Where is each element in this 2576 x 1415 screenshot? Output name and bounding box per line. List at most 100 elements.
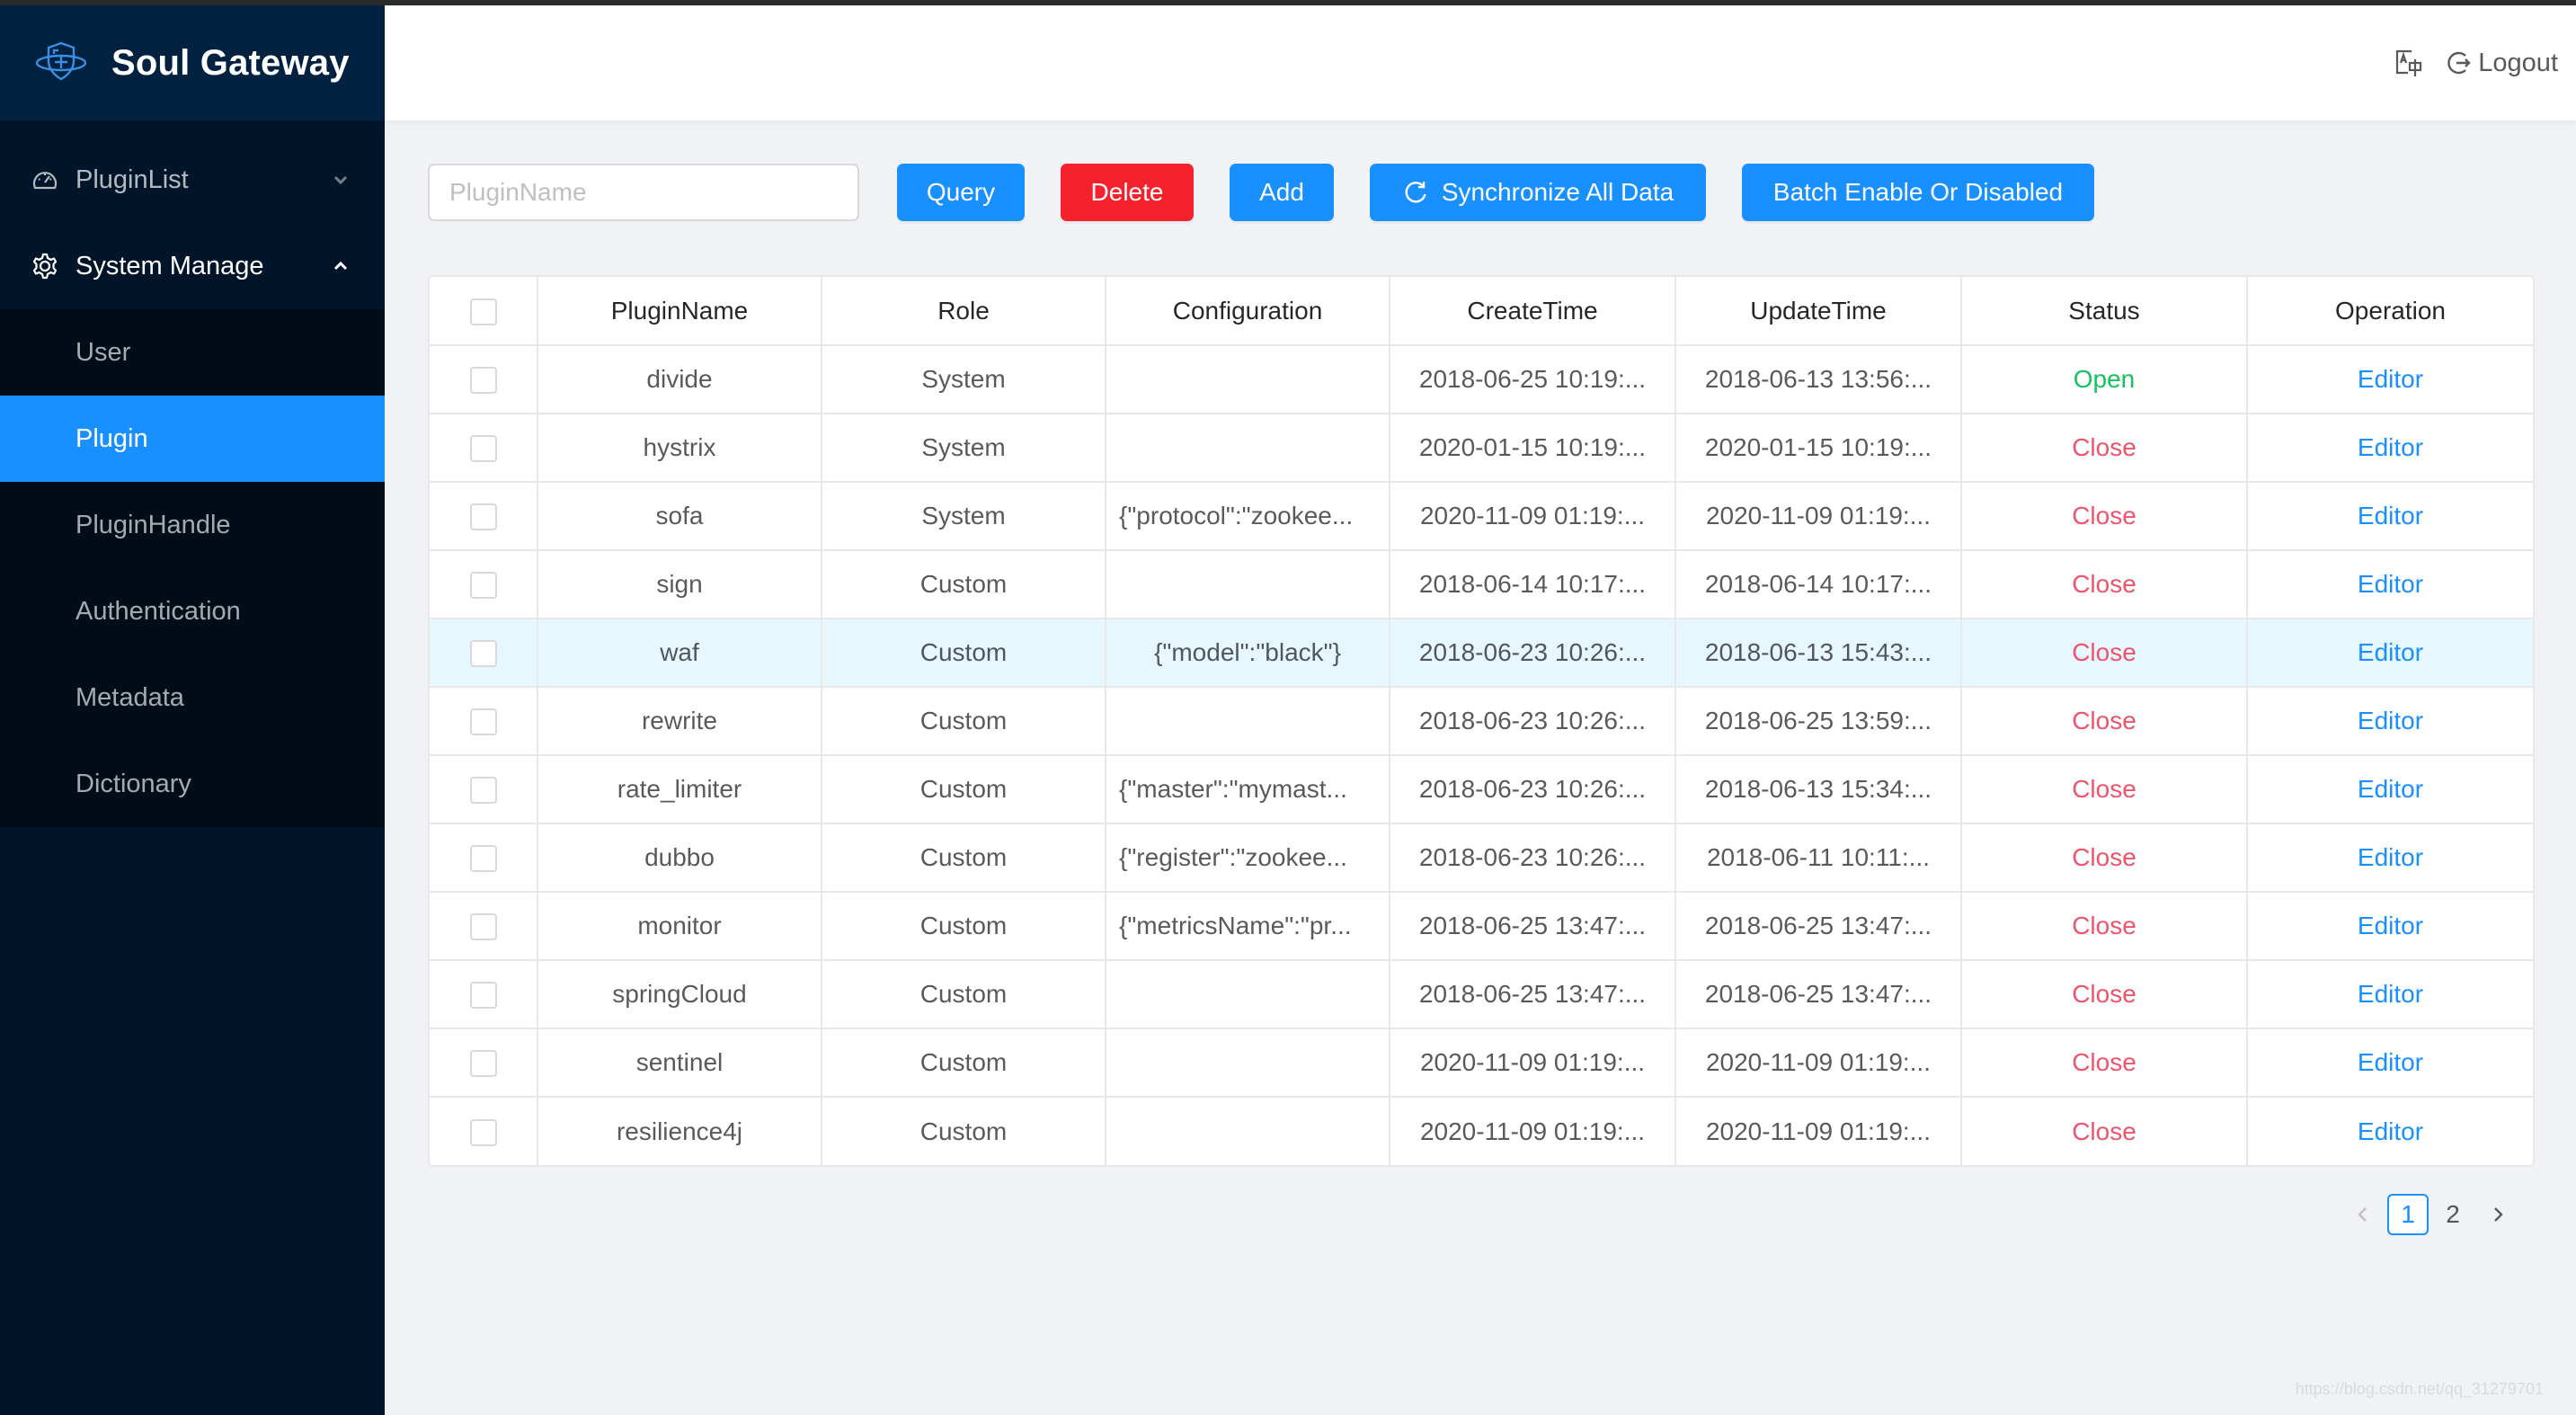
plugin-name-cell: sign	[537, 550, 822, 619]
page-2-button[interactable]: 2	[2432, 1194, 2474, 1235]
batch-enable-disable-button[interactable]: Batch Enable Or Disabled	[1742, 164, 2094, 221]
operation-cell: Editor	[2247, 482, 2533, 551]
row-checkbox[interactable]	[469, 777, 497, 805]
row-checkbox[interactable]	[469, 1118, 497, 1146]
row-select-cell	[430, 687, 538, 756]
update-time-cell: 2018-06-13 15:34:...	[1675, 755, 1962, 824]
row-checkbox[interactable]	[469, 435, 497, 463]
select-all-cell	[430, 277, 538, 346]
table-body: divide System 2018-06-25 10:19:... 2018-06-…	[430, 345, 2533, 1165]
operation-cell: Editor	[2247, 1097, 2533, 1165]
status-cell: Close	[1961, 1028, 2248, 1098]
table-row[interactable]: sentinel Custom 2020-11-09 01:19:... 2020-1…	[430, 1028, 2533, 1098]
status-cell: Close	[1961, 823, 2248, 893]
logout-button[interactable]: Logout	[2444, 49, 2558, 78]
editor-link[interactable]: Editor	[2358, 1048, 2423, 1076]
operation-cell: Editor	[2247, 892, 2533, 961]
row-checkbox[interactable]	[469, 1050, 497, 1078]
row-checkbox[interactable]	[469, 503, 497, 531]
editor-link[interactable]: Editor	[2358, 980, 2423, 1008]
table-row[interactable]: resilience4j Custom 2020-11-09 01:19:... 20…	[430, 1097, 2533, 1165]
row-checkbox[interactable]	[469, 640, 497, 668]
add-button[interactable]: Add	[1230, 164, 1334, 221]
status-badge: Close	[2072, 1117, 2136, 1145]
plugin-name-cell: dubbo	[537, 823, 822, 893]
update-time-cell: 2018-06-25 13:47:...	[1675, 960, 1962, 1029]
row-checkbox[interactable]	[469, 913, 497, 941]
table-row[interactable]: divide System 2018-06-25 10:19:... 2018-06-…	[430, 345, 2533, 414]
table-row[interactable]: sign Custom 2018-06-14 10:17:... 2018-06-14…	[430, 550, 2533, 619]
row-select-cell	[430, 345, 538, 414]
watermark: https://blog.csdn.net/qq_31279701	[2295, 1380, 2544, 1398]
status-cell: Close	[1961, 892, 2248, 961]
editor-link[interactable]: Editor	[2358, 365, 2423, 393]
column-header: Configuration	[1106, 277, 1390, 346]
role-cell: Custom	[822, 823, 1106, 893]
editor-link[interactable]: Editor	[2358, 707, 2423, 734]
status-cell: Close	[1961, 687, 2248, 756]
table-row[interactable]: sofa System {"protocol":"zookee... 2020-11-…	[430, 482, 2533, 551]
chevron-up-icon	[331, 256, 351, 276]
create-time-cell: 2018-06-25 13:47:...	[1390, 960, 1676, 1029]
configuration-cell	[1106, 1097, 1390, 1165]
status-cell: Close	[1961, 1097, 2248, 1165]
table-row[interactable]: rate_limiter Custom {"master":"mymast... 20…	[430, 755, 2533, 824]
gear-icon	[31, 252, 59, 280]
plugin-name-cell: sentinel	[537, 1028, 822, 1098]
sidebar-item-system-manage[interactable]: System Manage	[0, 223, 385, 309]
update-time-cell: 2020-01-15 10:19:...	[1675, 414, 1962, 483]
next-page-button[interactable]	[2477, 1194, 2518, 1235]
operation-cell: Editor	[2247, 345, 2533, 414]
table-header-row: PluginName Role Configuration CreateTime…	[430, 277, 2533, 346]
delete-button[interactable]: Delete	[1061, 164, 1194, 221]
editor-link[interactable]: Editor	[2358, 843, 2423, 871]
operation-cell: Editor	[2247, 619, 2533, 688]
table-row[interactable]: rewrite Custom 2018-06-23 10:26:... 2018-06…	[430, 687, 2533, 756]
update-time-cell: 2018-06-13 13:56:...	[1675, 345, 1962, 414]
translate-icon[interactable]	[2394, 48, 2424, 78]
editor-link[interactable]: Editor	[2358, 570, 2423, 598]
column-header: PluginName	[537, 277, 822, 346]
configuration-cell	[1106, 345, 1390, 414]
row-checkbox[interactable]	[469, 367, 497, 395]
sidebar-item-metadata[interactable]: Metadata	[0, 654, 385, 741]
row-checkbox[interactable]	[469, 572, 497, 600]
system-manage-submenu: User Plugin PluginHandle Authentication …	[0, 309, 385, 827]
editor-link[interactable]: Editor	[2358, 433, 2423, 461]
page-1-button[interactable]: 1	[2387, 1194, 2429, 1235]
prev-page-button[interactable]	[2342, 1194, 2384, 1235]
synchronize-all-data-button[interactable]: Synchronize All Data	[1370, 164, 1706, 221]
sidebar-item-user[interactable]: User	[0, 309, 385, 396]
row-checkbox[interactable]	[469, 982, 497, 1010]
editor-link[interactable]: Editor	[2358, 638, 2423, 666]
sidebar-item-plugin[interactable]: Plugin	[0, 396, 385, 482]
table-row[interactable]: waf Custom {"model":"black"} 2018-06-23 10:…	[430, 619, 2533, 688]
select-all-checkbox[interactable]	[469, 298, 497, 325]
create-time-cell: 2018-06-23 10:26:...	[1390, 755, 1676, 824]
editor-link[interactable]: Editor	[2358, 502, 2423, 530]
table-row[interactable]: hystrix System 2020-01-15 10:19:... 2020-01…	[430, 414, 2533, 483]
sidebar-item-dictionary[interactable]: Dictionary	[0, 741, 385, 827]
plugin-name-search-input[interactable]	[428, 164, 859, 221]
row-checkbox[interactable]	[469, 845, 497, 873]
sidebar-item-authentication[interactable]: Authentication	[0, 568, 385, 654]
editor-link[interactable]: Editor	[2358, 912, 2423, 939]
app-logo[interactable]: Soul Gateway	[0, 5, 385, 120]
editor-link[interactable]: Editor	[2358, 1117, 2423, 1145]
sidebar-item-pluginlist[interactable]: PluginList	[0, 137, 385, 223]
row-checkbox[interactable]	[469, 708, 497, 736]
role-cell: System	[822, 345, 1106, 414]
row-select-cell	[430, 755, 538, 824]
status-cell: Open	[1961, 345, 2248, 414]
query-button[interactable]: Query	[897, 164, 1025, 221]
table-row[interactable]: springCloud Custom 2018-06-25 13:47:... 201…	[430, 960, 2533, 1029]
column-header: UpdateTime	[1675, 277, 1962, 346]
sidebar-item-label: PluginList	[76, 165, 189, 194]
table-row[interactable]: monitor Custom {"metricsName":"pr... 2018-0…	[430, 892, 2533, 961]
editor-link[interactable]: Editor	[2358, 775, 2423, 803]
role-cell: Custom	[822, 1028, 1106, 1098]
row-select-cell	[430, 960, 538, 1029]
sidebar-item-pluginhandle[interactable]: PluginHandle	[0, 482, 385, 568]
configuration-cell	[1106, 414, 1390, 483]
table-row[interactable]: dubbo Custom {"register":"zookee... 2018-06…	[430, 823, 2533, 893]
